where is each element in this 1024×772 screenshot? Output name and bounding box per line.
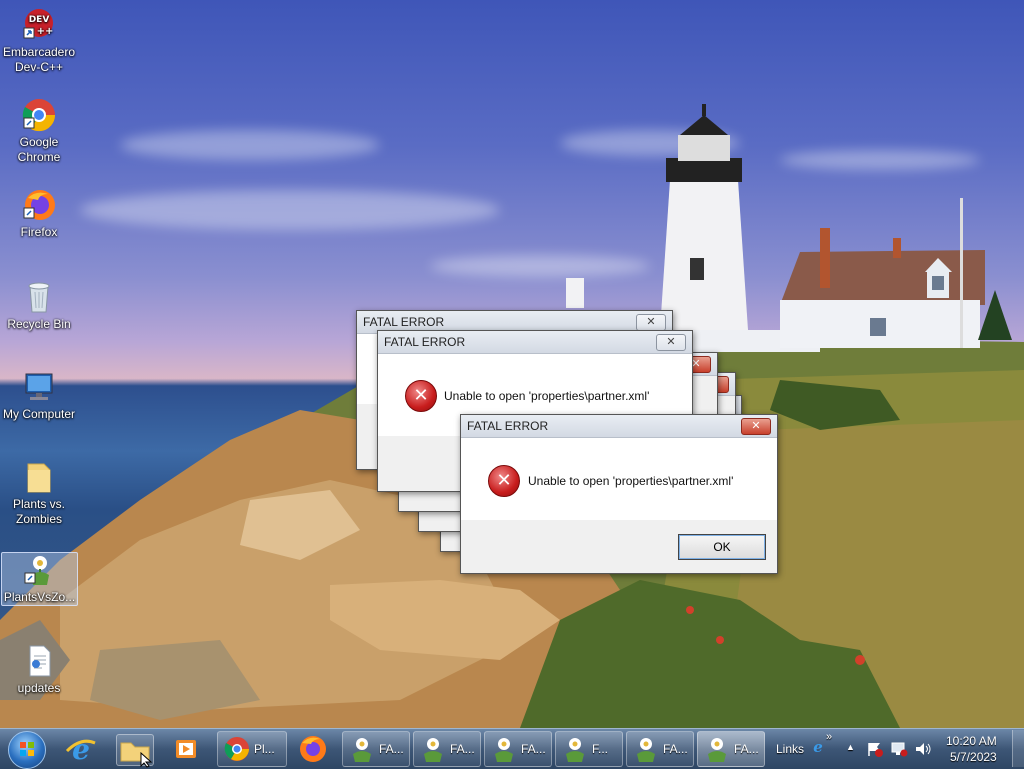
devcpp-badge: DEV [29,15,50,25]
pvz-game-icon [349,736,375,762]
desktop-icon-label: Plants vs. Zombies [12,497,66,526]
taskbar-button-fatal-error[interactable]: FA... [342,731,410,767]
internet-explorer-icon[interactable]: e [64,733,98,766]
devcpp-icon: DEV ++ [22,8,56,42]
computer-icon [22,370,56,404]
desktop-icon-pvz-game[interactable]: PlantsVsZo... [1,552,78,606]
error-message: Unable to open 'properties\partner.xml' [444,389,650,403]
close-button[interactable]: ✕ [636,314,666,331]
taskbar-button-fatal-error[interactable]: FA... [626,731,694,767]
taskbar-button-fatal-error-active[interactable]: FA... [697,731,765,767]
error-message: Unable to open 'properties\partner.xml' [528,474,734,488]
pvz-game-icon [420,736,446,762]
desktop-icon-recycle-bin[interactable]: Recycle Bin [0,280,78,332]
svg-text:++: ++ [37,26,54,37]
taskbar-button-fatal-error[interactable]: F... [555,731,623,767]
windows-start-icon[interactable] [8,731,46,769]
action-center-flag-icon[interactable] [866,741,884,757]
taskbar-label: FA... [663,742,688,756]
close-button[interactable]: ✕ [741,418,771,435]
error-icon: ✕ [488,465,520,497]
firefox-icon [22,188,56,222]
firefox-icon [300,736,326,762]
clock-time[interactable]: 10:20 AM [946,734,997,748]
volume-icon[interactable] [914,740,932,758]
desktop-icon-firefox[interactable]: Firefox [0,188,78,240]
folder-icon [22,460,56,494]
taskbar-button-fatal-error[interactable]: FA... [484,731,552,767]
taskbar-label: FA... [734,742,759,756]
dialog-title: FATAL ERROR [363,315,445,329]
desktop-icon-label: PlantsVsZo... [3,590,76,604]
internet-explorer-icon[interactable]: e [810,737,826,756]
desktop-icon-label: Embarcadero Dev-C++ [2,45,76,74]
error-icon: ✕ [405,380,437,412]
taskbar-button-firefox[interactable] [296,733,330,765]
desktop-icon-devcpp[interactable]: DEV ++ Embarcadero Dev-C++ [0,8,78,75]
network-icon[interactable] [890,740,908,758]
chrome-icon [224,736,250,762]
desktop-icon-chrome[interactable]: Google Chrome [0,98,78,165]
pvz-game-icon [491,736,517,762]
show-hidden-icons-arrow-icon[interactable]: ▲ [846,742,855,752]
desktop-icon-my-computer[interactable]: My Computer [0,370,78,422]
taskbar-label: FA... [450,742,475,756]
recycle-bin-icon [22,280,56,314]
desktop-icon-label: Recycle Bin [7,317,71,331]
close-button[interactable]: ✕ [656,334,686,351]
desktop-icon-label: Google Chrome [17,135,61,164]
links-chevron-icon[interactable]: » [826,731,832,743]
error-dialog-front: FATAL ERROR ✕ ✕ Unable to open 'properti… [460,414,778,574]
dialog-title: FATAL ERROR [384,335,466,349]
clock-date[interactable]: 5/7/2023 [950,750,997,764]
desktop-icon-label: updates [17,681,61,695]
taskbar-button-chrome[interactable]: Pl... [217,731,287,767]
svg-text:e: e [813,738,823,755]
pvz-game-icon [23,553,57,587]
svg-text:e: e [72,733,90,765]
links-toolbar-label[interactable]: Links [776,742,804,756]
pvz-game-icon [562,736,588,762]
document-icon [22,644,56,678]
pvz-game-icon [704,736,730,762]
chrome-icon [22,98,56,132]
desktop-icon-label: Firefox [20,225,58,239]
pvz-game-icon [633,736,659,762]
taskbar-label: Pl... [254,742,275,756]
taskbar-button-fatal-error[interactable]: FA... [413,731,481,767]
show-desktop-button[interactable] [1012,730,1024,767]
media-player-icon[interactable] [170,734,202,764]
taskbar-label: FA... [521,742,546,756]
desktop-icon-label: My Computer [2,407,76,421]
desktop-icon-plants-vs-zombies-folder[interactable]: Plants vs. Zombies [0,460,78,527]
ok-button[interactable]: OK [678,534,766,560]
mouse-cursor-icon [140,752,153,768]
desktop-icon-updates[interactable]: updates [0,644,78,696]
dialog-title: FATAL ERROR [467,419,549,433]
taskbar-label: FA... [379,742,404,756]
taskbar-label: F... [592,742,609,756]
